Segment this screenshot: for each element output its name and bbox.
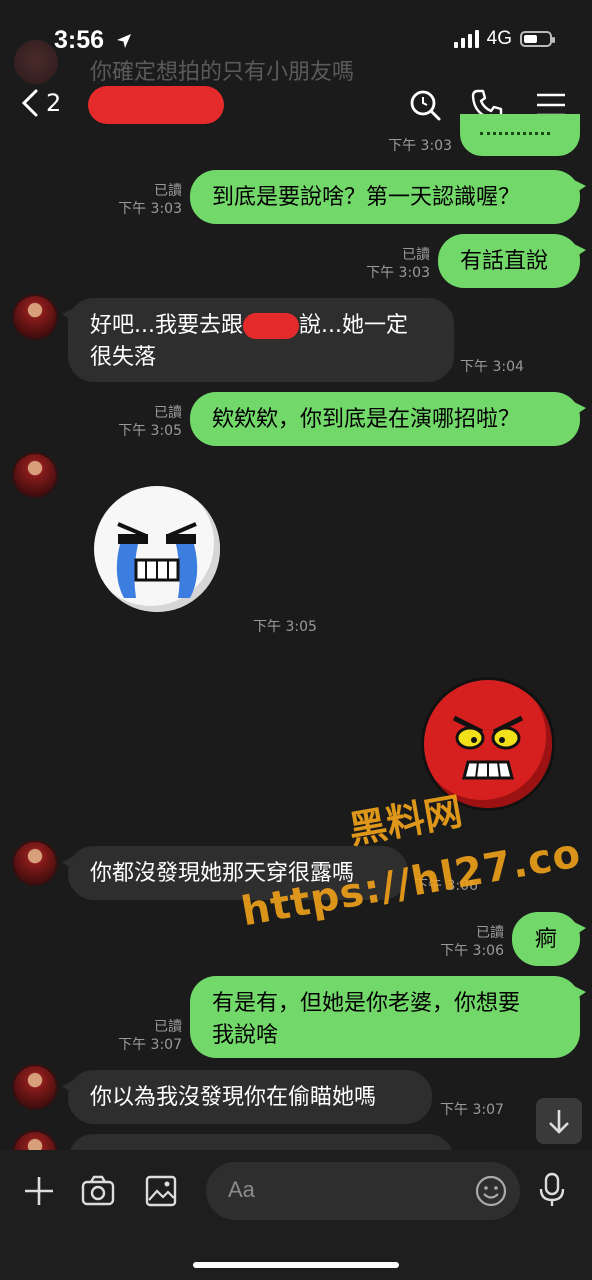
- crying-face-sticker[interactable]: [94, 486, 220, 612]
- message-time: 下午 3:07: [440, 1102, 504, 1118]
- scroll-to-bottom-button[interactable]: [536, 1098, 582, 1144]
- incoming-message[interactable]: 好吧...我要去跟 說...她一定 很失落: [62, 298, 454, 382]
- contact-avatar[interactable]: [12, 1064, 58, 1110]
- back-button[interactable]: 2: [20, 88, 61, 118]
- ghost-avatar: [14, 40, 58, 84]
- message-input-placeholder: Aa: [228, 1177, 255, 1202]
- partial-message-bubble: [460, 114, 580, 156]
- incoming-message[interactable]: 你以為我沒發現你在偷瞄她嗎: [62, 1070, 432, 1124]
- location-arrow-icon: [117, 34, 131, 49]
- plus-icon[interactable]: [22, 1174, 56, 1208]
- signal-icon: [453, 30, 479, 48]
- ghost-notification: 你確定想拍的只有小朋友嗎: [90, 60, 355, 85]
- redacted-contact-name: [88, 86, 224, 124]
- outgoing-message[interactable]: 有是有，但她是你老婆，你想要 我說啥: [190, 976, 586, 1058]
- crying-face-icon: [116, 522, 198, 598]
- camera-icon[interactable]: [80, 1174, 116, 1208]
- unread-count: 2: [46, 89, 62, 117]
- contact-avatar[interactable]: [12, 294, 58, 340]
- message-meta: 已讀 下午 3:03: [118, 183, 182, 217]
- message-meta: 已讀 下午 3:03: [366, 247, 430, 281]
- image-icon[interactable]: [144, 1174, 178, 1208]
- contact-avatar[interactable]: [12, 840, 58, 886]
- home-indicator: [193, 1262, 399, 1268]
- message-meta: 已讀 下午 3:07: [118, 1019, 182, 1053]
- arrow-down-icon: [549, 1110, 569, 1134]
- watermark-title: 黑料网: [345, 789, 466, 853]
- outgoing-message[interactable]: 欸欸欸，你到底是在演哪招啦？: [190, 392, 586, 446]
- battery-icon: [520, 31, 555, 47]
- microphone-icon[interactable]: [536, 1172, 568, 1208]
- outgoing-message[interactable]: 到底是要說啥？第一天認識喔？: [190, 170, 586, 224]
- emoji-icon[interactable]: [474, 1174, 508, 1208]
- chevron-left-icon: [21, 89, 38, 117]
- message-meta: 已讀 下午 3:06: [440, 925, 504, 959]
- message-meta: 已讀 下午 3:05: [118, 405, 182, 439]
- message-time: 下午 3:04: [460, 359, 524, 375]
- status-time: 3:56: [54, 26, 133, 55]
- status-indicators: 4G: [453, 28, 555, 50]
- contact-avatar[interactable]: [12, 452, 58, 498]
- message-input[interactable]: Aa: [206, 1162, 520, 1220]
- search-icon[interactable]: [408, 88, 442, 122]
- message-time: 下午 3:05: [253, 619, 317, 635]
- message-time: 下午 3:03: [388, 138, 452, 154]
- outgoing-message[interactable]: 有話直說: [438, 234, 586, 288]
- redacted-name: [242, 313, 299, 339]
- outgoing-message[interactable]: 痾: [512, 912, 586, 966]
- network-label: 4G: [486, 28, 512, 49]
